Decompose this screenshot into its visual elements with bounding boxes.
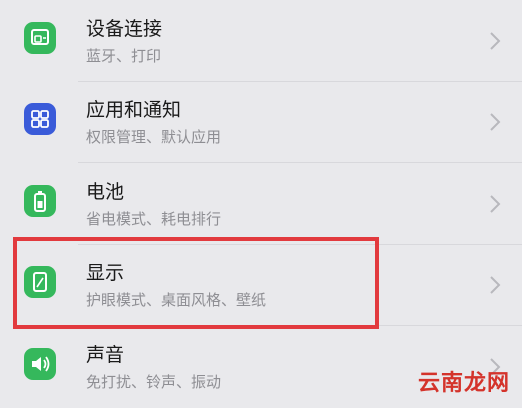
battery-icon xyxy=(24,185,56,217)
chevron-right-icon xyxy=(490,113,501,131)
settings-item-display[interactable]: 显示 护眼模式、桌面风格、壁纸 xyxy=(0,244,522,326)
settings-item-title: 应用和通知 xyxy=(86,99,182,121)
settings-list: 设备连接 蓝牙、打印 应用和通知 权限管理、默认应用 电池 省电模式、耗电排行 … xyxy=(0,0,522,405)
chevron-right-icon xyxy=(490,276,501,294)
apps-grid-icon xyxy=(24,103,56,135)
settings-item-title: 显示 xyxy=(86,262,125,284)
settings-item-battery[interactable]: 电池 省电模式、耗电排行 xyxy=(0,163,522,245)
settings-item-subtitle: 免打扰、铃声、振动 xyxy=(86,373,222,391)
settings-item-title: 声音 xyxy=(86,344,125,366)
settings-item-title: 电池 xyxy=(86,181,125,203)
speaker-icon xyxy=(24,348,56,380)
watermark: 云南龙网 xyxy=(417,371,510,396)
settings-item-subtitle: 护眼模式、桌面风格、壁纸 xyxy=(86,291,267,309)
settings-item-apps-notifications[interactable]: 应用和通知 权限管理、默认应用 xyxy=(0,81,522,163)
settings-item-title: 设备连接 xyxy=(86,18,163,40)
settings-item-subtitle: 权限管理、默认应用 xyxy=(86,128,222,146)
device-connection-icon xyxy=(24,22,56,54)
display-icon xyxy=(24,266,56,298)
chevron-right-icon xyxy=(490,32,501,50)
settings-item-subtitle: 省电模式、耗电排行 xyxy=(86,210,222,228)
settings-item-device-connection[interactable]: 设备连接 蓝牙、打印 xyxy=(0,0,522,82)
settings-item-subtitle: 蓝牙、打印 xyxy=(86,47,162,65)
chevron-right-icon xyxy=(490,195,501,213)
